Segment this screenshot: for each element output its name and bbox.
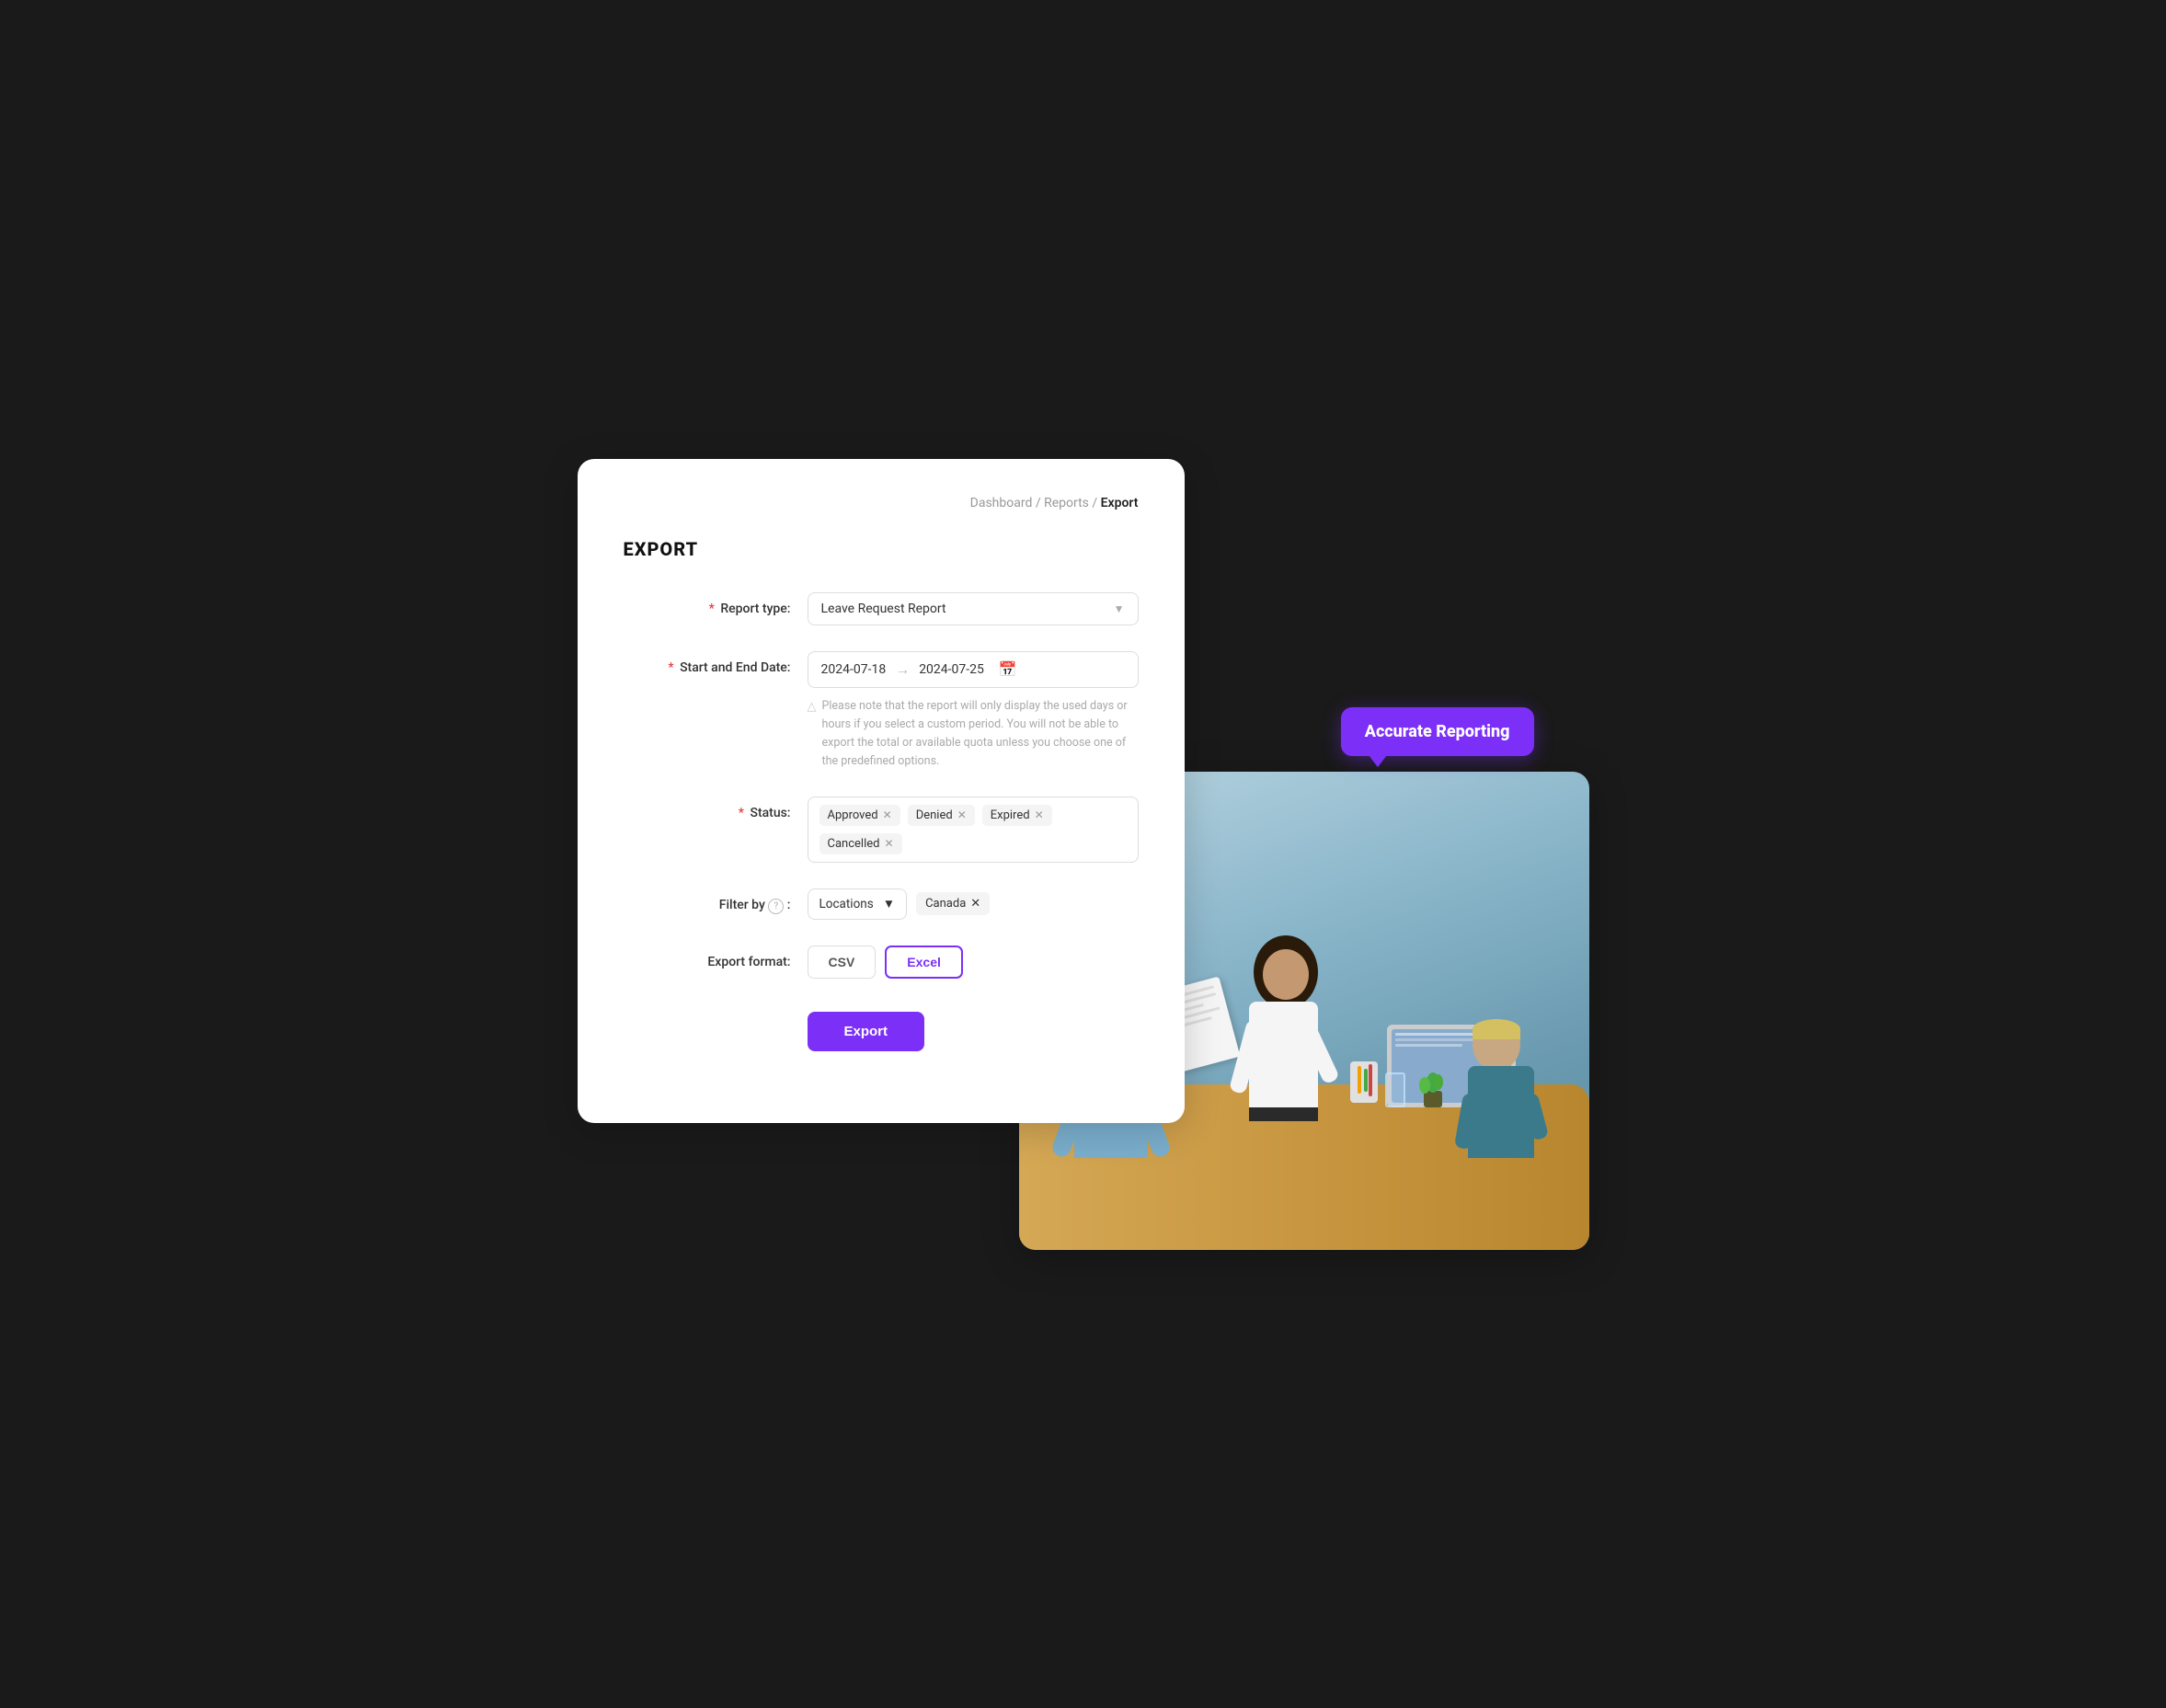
tag-approved-close[interactable]: ✕	[883, 809, 892, 820]
breadcrumb-reports[interactable]: Reports	[1044, 496, 1089, 510]
chevron-down-icon: ▼	[1114, 602, 1125, 615]
date-range-field: 2024-07-18 → 2024-07-25 📅 △ Please note …	[808, 651, 1139, 771]
tag-cancelled-close[interactable]: ✕	[884, 838, 893, 849]
reporting-bubble-text: Accurate Reporting	[1365, 722, 1510, 741]
filter-locations-value: Locations	[819, 897, 874, 911]
warning-icon: △	[808, 698, 817, 771]
breadcrumb: Dashboard / Reports / Export	[624, 496, 1139, 510]
tag-approved: Approved ✕	[819, 805, 900, 826]
filter-row: Locations ▼ Canada ✕	[808, 888, 1139, 920]
status-row: * Status: Approved ✕ Denied ✕ Expired ✕	[624, 797, 1139, 863]
status-label: * Status:	[624, 797, 808, 820]
report-type-label: * Report type:	[624, 592, 808, 616]
glass	[1385, 1072, 1405, 1107]
reporting-bubble: Accurate Reporting	[1341, 707, 1534, 756]
end-date: 2024-07-25	[919, 662, 984, 677]
calendar-icon[interactable]: 📅	[999, 660, 1017, 678]
export-format-row: Export format: CSV Excel	[624, 946, 1139, 979]
csv-button[interactable]: CSV	[808, 946, 877, 979]
person-standing-1	[1249, 935, 1318, 1121]
tag-cancelled-label: Cancelled	[828, 837, 880, 851]
tag-approved-label: Approved	[828, 808, 878, 822]
report-type-row: * Report type: Leave Request Report ▼	[624, 592, 1139, 625]
help-icon[interactable]: ?	[768, 899, 784, 914]
date-range-row: * Start and End Date: 2024-07-18 → 2024-…	[624, 651, 1139, 771]
pencil-cup	[1350, 1061, 1378, 1103]
form-card: Dashboard / Reports / Export EXPORT * Re…	[578, 459, 1185, 1123]
filter-by-label: Filter by ? :	[624, 888, 808, 914]
tag-cancelled: Cancelled ✕	[819, 833, 902, 854]
filter-canada-tag: Canada ✕	[916, 892, 990, 915]
filter-chevron-icon: ▼	[883, 897, 895, 911]
excel-button[interactable]: Excel	[885, 946, 963, 979]
tag-denied-label: Denied	[916, 808, 953, 822]
export-button-row: Export	[624, 1004, 1139, 1051]
export-btn-spacer	[624, 1004, 808, 1014]
required-star-status: *	[739, 806, 744, 820]
filter-canada-label: Canada	[925, 897, 966, 911]
tag-expired-close[interactable]: ✕	[1035, 809, 1044, 820]
export-btn-field: Export	[808, 1004, 1139, 1051]
filter-locations-dropdown[interactable]: Locations ▼	[808, 888, 908, 920]
export-button[interactable]: Export	[808, 1012, 925, 1051]
date-range-label: * Start and End Date:	[624, 651, 808, 675]
tag-expired: Expired ✕	[982, 805, 1052, 826]
breadcrumb-dashboard[interactable]: Dashboard	[970, 496, 1033, 510]
breadcrumb-sep1: /	[1036, 496, 1044, 510]
status-field: Approved ✕ Denied ✕ Expired ✕ Cancelled …	[808, 797, 1139, 863]
export-format-label: Export format:	[624, 946, 808, 969]
start-date: 2024-07-18	[821, 662, 887, 677]
date-hint-text: Please note that the report will only di…	[822, 697, 1139, 771]
tag-denied-close[interactable]: ✕	[957, 809, 967, 820]
person-standing-2	[1468, 1019, 1534, 1158]
status-tags-container: Approved ✕ Denied ✕ Expired ✕ Cancelled …	[808, 797, 1139, 863]
tag-denied: Denied ✕	[908, 805, 975, 826]
report-type-value: Leave Request Report	[821, 602, 946, 616]
date-range-picker[interactable]: 2024-07-18 → 2024-07-25 📅	[808, 651, 1139, 688]
arrow-icon: →	[895, 660, 910, 679]
filter-canada-close[interactable]: ✕	[970, 897, 980, 911]
scene: Dashboard / Reports / Export EXPORT * Re…	[578, 459, 1589, 1250]
required-star: *	[709, 602, 715, 616]
export-format-field: CSV Excel	[808, 946, 1139, 979]
breadcrumb-sep2: /	[1092, 496, 1100, 510]
breadcrumb-export: Export	[1101, 496, 1139, 510]
date-hint: △ Please note that the report will only …	[808, 697, 1139, 771]
filter-by-field: Locations ▼ Canada ✕	[808, 888, 1139, 920]
report-type-dropdown[interactable]: Leave Request Report ▼	[808, 592, 1139, 625]
report-type-field: Leave Request Report ▼	[808, 592, 1139, 625]
format-group: CSV Excel	[808, 946, 1139, 979]
plant	[1424, 1091, 1442, 1107]
tag-expired-label: Expired	[991, 808, 1030, 822]
filter-by-row: Filter by ? : Locations ▼ Canada ✕	[624, 888, 1139, 920]
page-title: EXPORT	[624, 538, 1139, 560]
required-star-date: *	[668, 660, 673, 675]
